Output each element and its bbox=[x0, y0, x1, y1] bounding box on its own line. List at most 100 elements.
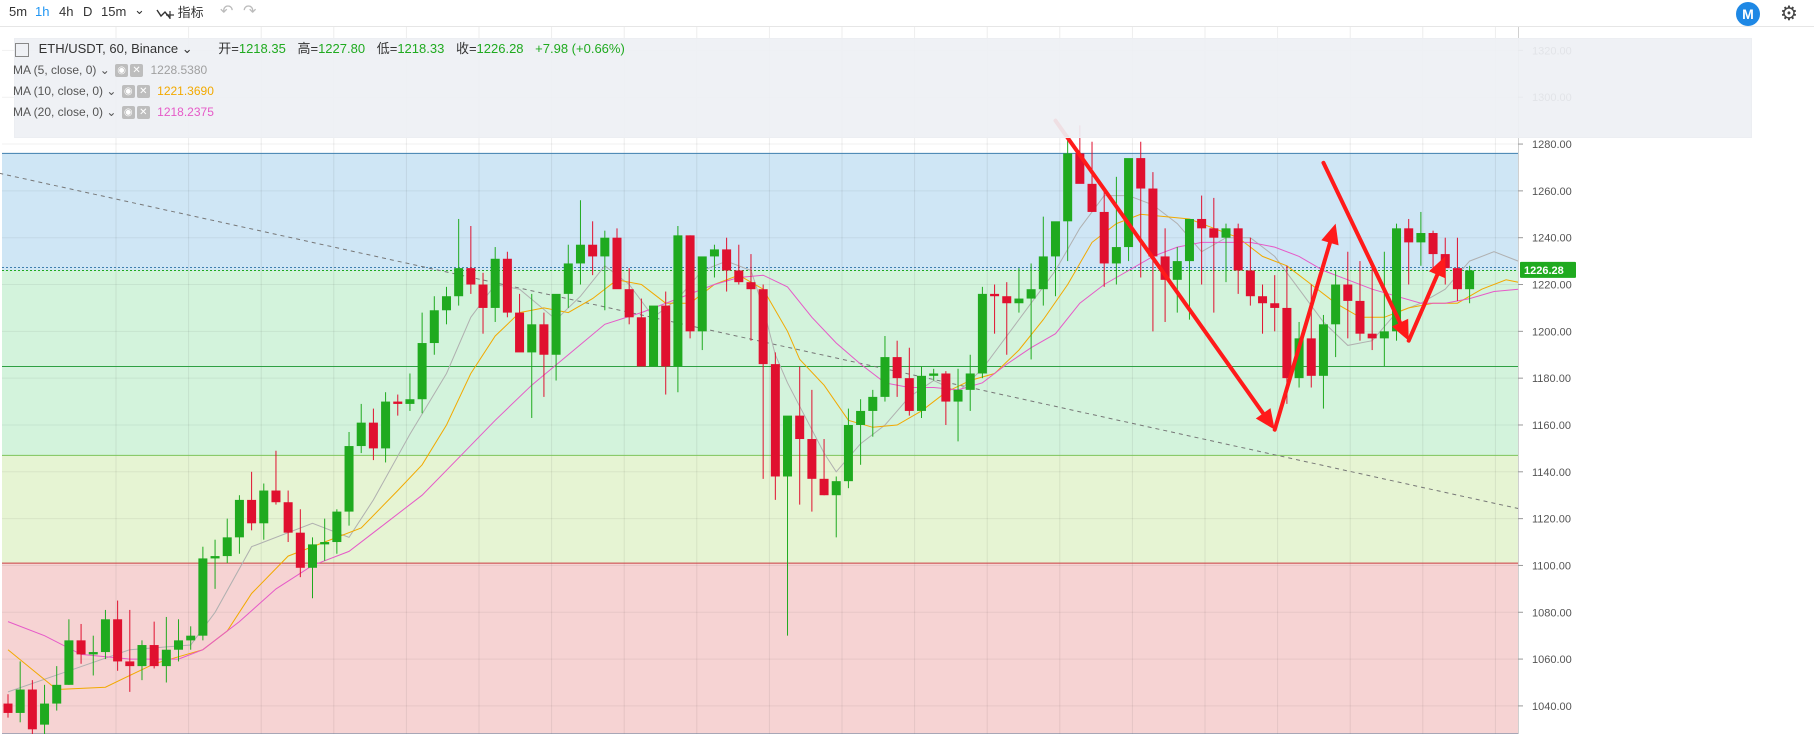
high-value: 1227.80 bbox=[318, 41, 366, 56]
candle-body bbox=[332, 511, 342, 543]
candle-body bbox=[356, 422, 366, 447]
candle-body bbox=[393, 401, 403, 404]
ma10-label[interactable]: MA (10, close, 0) bbox=[13, 84, 103, 98]
candle-body bbox=[308, 544, 317, 568]
candle-body bbox=[1233, 228, 1243, 271]
candle-body bbox=[1318, 324, 1328, 376]
candle-body bbox=[527, 324, 537, 353]
chart-legend: ETH/USDT, 60, Binance ⌄ 开=1218.35 高=1227… bbox=[13, 38, 1752, 138]
settings-gear-icon[interactable]: ⚙ bbox=[1780, 1, 1798, 26]
collapse-legend-icon[interactable] bbox=[15, 42, 29, 57]
ma10-visibility-icon[interactable]: ◉ bbox=[121, 85, 135, 99]
candle-body bbox=[1282, 307, 1292, 379]
candle-body bbox=[1221, 228, 1231, 238]
candle-body bbox=[1014, 298, 1024, 304]
candle-body bbox=[600, 237, 610, 257]
ma5-label[interactable]: MA (5, close, 0) bbox=[13, 63, 96, 77]
candle bbox=[649, 305, 659, 367]
symbol-dropdown-icon[interactable]: ⌄ bbox=[182, 41, 193, 56]
candle-body bbox=[174, 640, 184, 650]
candle-body bbox=[381, 401, 391, 449]
low-label: 低 bbox=[376, 41, 390, 56]
candle-body bbox=[88, 652, 98, 655]
candle-body bbox=[210, 556, 220, 559]
candle-body bbox=[1355, 300, 1365, 334]
candle-body bbox=[575, 244, 585, 264]
close-value: 1226.28 bbox=[476, 41, 524, 56]
candle-body bbox=[917, 375, 926, 411]
candle-body bbox=[283, 502, 293, 533]
price-tick-label: 1220.00 bbox=[1532, 280, 1572, 292]
current-price-label: 1226.28 bbox=[1524, 265, 1564, 277]
candle-body bbox=[502, 258, 512, 313]
candle-body bbox=[466, 268, 476, 285]
ma10-dropdown-icon[interactable]: ⌄ bbox=[106, 84, 116, 98]
candle-body bbox=[454, 268, 464, 297]
ma10-remove-icon[interactable]: ✕ bbox=[136, 85, 150, 99]
ma20-remove-icon[interactable]: ✕ bbox=[136, 106, 150, 120]
indicator-chart-icon bbox=[156, 9, 174, 19]
candle-body bbox=[892, 357, 902, 379]
open-value: 1218.35 bbox=[238, 41, 286, 56]
redo-icon[interactable]: ↷ bbox=[243, 1, 256, 21]
timeframe-d[interactable]: D bbox=[83, 4, 92, 19]
candle-body bbox=[941, 373, 951, 402]
candle-body bbox=[1331, 284, 1341, 325]
ohlc-row: ETH/USDT, 60, Binance ⌄ 开=1218.35 高=1227… bbox=[15, 39, 625, 59]
candle-body bbox=[137, 645, 147, 667]
indicator-label: 指标 bbox=[177, 5, 204, 20]
high-label: 高 bbox=[297, 41, 311, 56]
candle-body bbox=[490, 258, 500, 308]
candle-body bbox=[588, 244, 598, 257]
candle-body bbox=[15, 689, 25, 713]
candle-body bbox=[868, 396, 878, 411]
symbol-title[interactable]: ETH/USDT, 60, Binance bbox=[39, 41, 178, 56]
candle-body bbox=[1452, 268, 1462, 290]
candle-body bbox=[783, 415, 793, 477]
candle-body bbox=[441, 296, 451, 311]
ma20-label[interactable]: MA (20, close, 0) bbox=[13, 105, 103, 119]
ma5-remove-icon[interactable]: ✕ bbox=[130, 64, 144, 78]
ma5-visibility-icon[interactable]: ◉ bbox=[115, 64, 129, 78]
candle-body bbox=[770, 364, 780, 477]
undo-icon[interactable]: ↶ bbox=[220, 1, 233, 21]
candle-body bbox=[697, 256, 707, 332]
timeframe-5m[interactable]: 5m bbox=[9, 4, 27, 19]
candle-body bbox=[1465, 270, 1475, 290]
candle-body bbox=[551, 293, 561, 355]
price-zone-3 bbox=[2, 563, 1518, 734]
candle-body bbox=[52, 684, 62, 704]
candle-body bbox=[1184, 218, 1194, 262]
candle bbox=[502, 251, 512, 318]
timeframe-4h[interactable]: 4h bbox=[59, 4, 73, 19]
candle-body bbox=[1209, 228, 1219, 238]
candle-body bbox=[247, 499, 257, 524]
candle-body bbox=[831, 481, 841, 496]
price-tick-label: 1280.00 bbox=[1532, 139, 1572, 151]
ma20-dropdown-icon[interactable]: ⌄ bbox=[106, 105, 116, 119]
ma5-dropdown-icon[interactable]: ⌄ bbox=[100, 63, 110, 77]
close-label: 收 bbox=[455, 41, 469, 56]
ma20-visibility-icon[interactable]: ◉ bbox=[121, 106, 135, 120]
timeframe-15m[interactable]: 15m bbox=[101, 4, 126, 19]
candle-body bbox=[722, 249, 732, 271]
timeframe-1h[interactable]: 1h bbox=[35, 4, 49, 19]
candle-body bbox=[40, 703, 50, 725]
candle bbox=[344, 432, 354, 526]
timeframe-dropdown-chevron-icon[interactable]: ⌄ bbox=[134, 2, 145, 18]
candle-body bbox=[965, 373, 975, 390]
price-tick-label: 1060.00 bbox=[1532, 654, 1572, 666]
candle-body bbox=[758, 289, 768, 365]
candle-body bbox=[1026, 289, 1036, 299]
candle-body bbox=[1197, 218, 1207, 229]
candle-body bbox=[1258, 296, 1268, 304]
candle-body bbox=[271, 490, 281, 503]
candle-body bbox=[259, 490, 269, 524]
candle-body bbox=[1306, 338, 1316, 376]
indicator-button[interactable]: 指标 bbox=[156, 2, 204, 22]
candle bbox=[1124, 158, 1134, 262]
candle-body bbox=[795, 415, 805, 440]
candle-body bbox=[234, 499, 244, 538]
price-tick-label: 1080.00 bbox=[1532, 607, 1572, 619]
candle-body bbox=[685, 235, 695, 332]
